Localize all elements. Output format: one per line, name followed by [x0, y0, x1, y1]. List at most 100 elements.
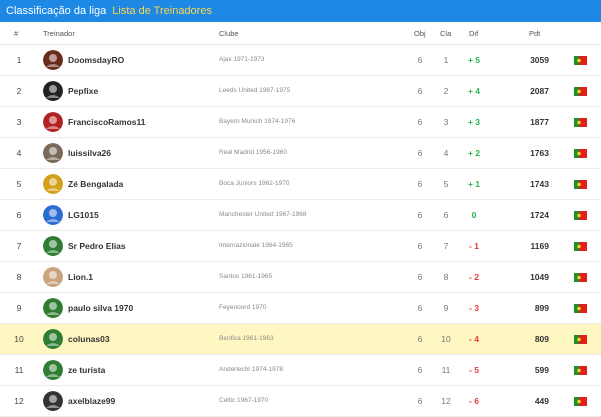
tab-coach-list[interactable]: Lista de Treinadores	[112, 5, 212, 17]
points-cell: 1049	[530, 272, 549, 282]
coach-avatar-icon[interactable]	[43, 236, 63, 256]
coach-avatar-icon[interactable]	[43, 143, 63, 163]
club-cell: Ajax 1971-1973	[219, 56, 265, 63]
dif-cell: + 4	[467, 86, 481, 96]
portugal-flag-icon	[574, 304, 587, 313]
rank-cell: 11	[14, 365, 24, 375]
coach-avatar-icon[interactable]	[43, 81, 63, 101]
table-row[interactable]: 4 luissilva26 Real Madrid 1956-1960 6 4 + 2 17…	[0, 138, 601, 169]
dif-cell: + 5	[467, 55, 481, 65]
portugal-flag-icon	[574, 273, 587, 282]
portugal-flag-icon	[574, 149, 587, 158]
tab-league-standings[interactable]: Classificação da liga	[6, 5, 106, 17]
portugal-flag-icon	[574, 335, 587, 344]
col-dif-header[interactable]: Dif	[469, 29, 478, 38]
rank-cell: 4	[16, 148, 22, 158]
cla-cell: 6	[443, 210, 449, 220]
cla-cell: 12	[441, 396, 451, 406]
rank-cell: 1	[16, 55, 22, 65]
coach-avatar-icon[interactable]	[43, 298, 63, 318]
rank-cell: 3	[16, 117, 22, 127]
points-cell: 899	[534, 303, 549, 313]
table-row[interactable]: 10 colunas03 Benfica 1961-1963 6 10 - 4 809	[0, 324, 601, 355]
dif-cell: + 2	[467, 148, 481, 158]
coach-avatar-icon[interactable]	[43, 50, 63, 70]
coach-name-link[interactable]: paulo silva 1970	[68, 303, 133, 313]
coach-avatar-icon[interactable]	[43, 112, 63, 132]
rank-cell: 8	[16, 272, 22, 282]
dif-cell: - 5	[469, 365, 479, 375]
coach-name-link[interactable]: luissilva26	[68, 148, 111, 158]
col-coach-header[interactable]: Treinador	[43, 29, 75, 38]
table-row[interactable]: 6 LG1015 Manchester United 1967-1968 6 6 0 172…	[0, 200, 601, 231]
col-pts-header[interactable]: Pdt	[529, 29, 540, 38]
dif-cell: + 1	[467, 179, 481, 189]
col-club-header[interactable]: Clube	[219, 29, 239, 38]
coach-name-link[interactable]: FranciscoRamos11	[68, 117, 145, 127]
table-row[interactable]: 9 paulo silva 1970 Feyenoord 1970 6 9 - 3 899	[0, 293, 601, 324]
coach-name-link[interactable]: axelblaze99	[68, 396, 115, 406]
obj-cell: 6	[417, 148, 423, 158]
obj-cell: 6	[417, 210, 423, 220]
coach-name-link[interactable]: DoomsdayRO	[68, 55, 124, 65]
obj-cell: 6	[417, 272, 423, 282]
coach-name-link[interactable]: ze turista	[68, 365, 105, 375]
cla-cell: 2	[443, 86, 449, 96]
club-cell: Leeds United 1967-1975	[219, 87, 291, 94]
points-cell: 2087	[530, 86, 549, 96]
club-cell: Anderlecht 1974-1978	[219, 366, 283, 373]
coach-name-link[interactable]: colunas03	[68, 334, 110, 344]
points-cell: 1763	[530, 148, 549, 158]
coach-avatar-icon[interactable]	[43, 329, 63, 349]
portugal-flag-icon	[574, 180, 587, 189]
portugal-flag-icon	[574, 242, 587, 251]
rank-cell: 7	[16, 241, 22, 251]
standings-table-body: 1 DoomsdayRO Ajax 1971-1973 6 1 + 5 3059 2 Pepfi…	[0, 45, 601, 417]
coach-avatar-icon[interactable]	[43, 205, 63, 225]
cla-cell: 10	[441, 334, 451, 344]
table-header: # Treinador Clube Obj Cla Dif Pdt	[0, 22, 601, 45]
club-cell: Real Madrid 1956-1960	[219, 149, 287, 156]
dif-cell: - 3	[469, 303, 479, 313]
table-row[interactable]: 11 ze turista Anderlecht 1974-1978 6 11 - 5 59…	[0, 355, 601, 386]
table-row[interactable]: 8 Lion.1 Santos 1961-1965 6 8 - 2 1049	[0, 262, 601, 293]
cla-cell: 3	[443, 117, 449, 127]
points-cell: 809	[534, 334, 549, 344]
table-row[interactable]: 1 DoomsdayRO Ajax 1971-1973 6 1 + 5 3059	[0, 45, 601, 76]
rank-cell: 10	[14, 334, 24, 344]
cla-cell: 5	[443, 179, 449, 189]
cla-cell: 7	[443, 241, 449, 251]
coach-name-link[interactable]: Pepfixe	[68, 86, 98, 96]
points-cell: 3059	[530, 55, 549, 65]
points-cell: 1743	[530, 179, 549, 189]
coach-name-link[interactable]: Lion.1	[68, 272, 93, 282]
col-rank-header[interactable]: #	[14, 29, 18, 38]
obj-cell: 6	[417, 365, 423, 375]
coach-name-link[interactable]: Sr Pedro Elias	[68, 241, 126, 251]
coach-avatar-icon[interactable]	[43, 360, 63, 380]
table-row[interactable]: 2 Pepfixe Leeds United 1967-1975 6 2 + 4 2087	[0, 76, 601, 107]
points-cell: 1169	[530, 241, 549, 251]
coach-name-link[interactable]: Zé Bengalada	[68, 179, 123, 189]
col-cla-header[interactable]: Cla	[440, 29, 451, 38]
coach-avatar-icon[interactable]	[43, 391, 63, 411]
points-cell: 1877	[530, 117, 549, 127]
table-row[interactable]: 3 FranciscoRamos11 Bayern Munich 1974-1976…	[0, 107, 601, 138]
obj-cell: 6	[417, 55, 423, 65]
portugal-flag-icon	[574, 397, 587, 406]
portugal-flag-icon	[574, 56, 587, 65]
points-cell: 1724	[530, 210, 549, 220]
coach-avatar-icon[interactable]	[43, 267, 63, 287]
col-obj-header[interactable]: Obj	[414, 29, 426, 38]
cla-cell: 1	[443, 55, 449, 65]
table-row[interactable]: 5 Zé Bengalada Boca Juniors 1962-1970 6 5 + 1…	[0, 169, 601, 200]
club-cell: Feyenoord 1970	[219, 304, 267, 311]
portugal-flag-icon	[574, 211, 587, 220]
table-row[interactable]: 7 Sr Pedro Elias Internazionale 1964-1965 6…	[0, 231, 601, 262]
table-row[interactable]: 12 axelblaze99 Celtic 1967-1970 6 12- 6 449	[0, 386, 601, 417]
coach-avatar-icon[interactable]	[43, 174, 63, 194]
obj-cell: 6	[417, 303, 423, 313]
coach-name-link[interactable]: LG1015	[68, 210, 99, 220]
obj-cell: 6	[417, 117, 423, 127]
dif-cell: - 6	[469, 396, 479, 406]
